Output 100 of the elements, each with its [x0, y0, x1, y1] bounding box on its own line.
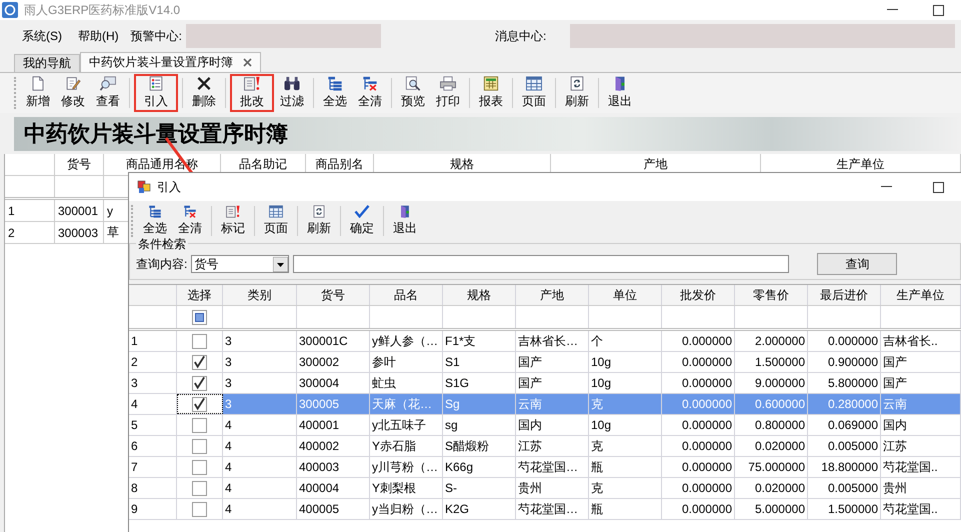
column-header[interactable]: 货号	[297, 285, 370, 305]
table-cell: 0.069000	[808, 415, 881, 435]
table-cell: 4	[223, 478, 297, 498]
table-cell: S1	[443, 352, 516, 372]
toolbar-button[interactable]: 刷新	[302, 203, 336, 239]
toolbar-button[interactable]: 页面	[259, 203, 293, 239]
table-cell: 5.800000	[808, 373, 881, 393]
table-cell: y川芎粉（…	[370, 457, 443, 477]
table-cell: 3	[223, 331, 297, 351]
toolbar-button[interactable]: 打印	[431, 74, 465, 112]
column-header[interactable]: 货号	[55, 154, 104, 175]
column-header[interactable]: 品名	[370, 285, 443, 305]
toolbar-button[interactable]: 报表	[474, 74, 508, 112]
column-header[interactable]: 批发价	[662, 285, 735, 305]
row-checkbox[interactable]	[192, 438, 207, 454]
table-cell: 4	[223, 499, 297, 519]
row-checkbox[interactable]	[192, 354, 207, 370]
table-cell: 贵州	[516, 478, 589, 498]
row-checkbox[interactable]	[192, 376, 207, 390]
column-header[interactable]: 选择	[177, 285, 223, 305]
toolbar-button[interactable]: 新增	[21, 74, 55, 112]
table-cell: 0.000000	[662, 331, 735, 351]
table-cell: 75.000000	[735, 457, 808, 477]
table-cell: 个	[589, 331, 662, 351]
table-cell: 参叶	[370, 352, 443, 372]
table-cell: 芍花堂国..	[881, 499, 961, 519]
table-cell: 瓶	[589, 499, 662, 519]
table-cell: 300004	[297, 373, 370, 393]
table-cell: 10g	[589, 352, 662, 372]
table-cell: 0.020000	[735, 478, 808, 498]
tab[interactable]: 中药饮片装斗量设置序时簿	[80, 52, 261, 72]
table-cell: 3	[223, 373, 297, 393]
group-title: 条件检索	[136, 236, 188, 253]
row-checkbox[interactable]	[192, 396, 207, 412]
table-cell: 0.000000	[662, 457, 735, 477]
toolbar-button[interactable]: 查看	[91, 74, 125, 112]
column-header[interactable]: 产地	[516, 285, 589, 305]
close-icon[interactable]	[243, 58, 252, 67]
table-cell: y北五味子	[370, 415, 443, 435]
search-field[interactable]	[293, 255, 790, 273]
row-checkbox[interactable]	[192, 502, 207, 516]
table-cell: 5.000000	[735, 499, 808, 519]
toolbar-button[interactable]: 批改	[230, 74, 274, 112]
table-cell: 0.005000	[808, 478, 881, 498]
row-checkbox[interactable]	[192, 418, 207, 432]
toolbar-button[interactable]: 刷新	[560, 74, 594, 112]
toolbar-button[interactable]: 过滤	[275, 74, 309, 112]
table-cell: y鲜人参（…	[370, 331, 443, 351]
toolbar-button[interactable]: 确定	[345, 203, 379, 239]
spreadsheet-icon	[482, 76, 500, 91]
table-cell: 2.000000	[735, 331, 808, 351]
toolbar-button[interactable]: 预览	[396, 74, 430, 112]
column-header[interactable]: 最后进价	[808, 285, 881, 305]
menu-item[interactable]: 系统(S)	[14, 24, 70, 48]
document-alert-icon	[242, 76, 262, 91]
table-cell: Sg	[443, 394, 516, 414]
column-header[interactable]: 生产单位	[881, 285, 961, 305]
select-all-checkbox[interactable]	[192, 310, 207, 324]
tab[interactable]: 我的导航	[14, 54, 80, 72]
refresh-icon	[569, 76, 585, 91]
table-cell: 虻虫	[370, 373, 443, 393]
toolbar-button[interactable]: 页面	[517, 74, 551, 112]
toolbar-button[interactable]: 退出	[388, 203, 422, 239]
table-cell: 克	[589, 436, 662, 456]
warning-center-label: 预警中心:	[130, 28, 184, 44]
table-cell: 300002	[297, 352, 370, 372]
row-checkbox[interactable]	[192, 460, 207, 474]
row-checkbox[interactable]	[192, 334, 207, 348]
toolbar-button[interactable]: 退出	[603, 74, 637, 112]
table-cell: 4	[223, 436, 297, 456]
table-cell: S醋煅粉	[443, 436, 516, 456]
table-cell: 10g	[589, 373, 662, 393]
table-cell: 0.600000	[735, 394, 808, 414]
row-number: 7	[129, 457, 177, 477]
toolbar-button[interactable]: 修改	[56, 74, 90, 112]
tree-list-icon	[326, 76, 344, 91]
query-button[interactable]: 查询	[817, 253, 898, 275]
toolbar-button[interactable]: 全选	[318, 74, 352, 112]
window-icon	[137, 180, 151, 194]
column-header[interactable]: 类别	[223, 285, 297, 305]
table-cell: 天麻（花…	[370, 394, 443, 414]
table-cell: 国产	[516, 373, 589, 393]
maximize-icon	[932, 182, 944, 192]
table-cell: 400001	[297, 415, 370, 435]
toolbar-button[interactable]: 全清	[353, 74, 387, 112]
menu-item[interactable]: 帮助(H)	[70, 24, 127, 48]
table-cell: 江苏	[516, 436, 589, 456]
column-header[interactable]: 零售价	[735, 285, 808, 305]
table-cell: 0.000000	[662, 352, 735, 372]
toolbar-button[interactable]: 删除	[187, 74, 221, 112]
table-cell: 瓶	[589, 457, 662, 477]
field-dropdown[interactable]: 货号	[191, 255, 290, 273]
row-checkbox[interactable]	[192, 480, 207, 496]
row-number: 4	[129, 394, 177, 414]
column-header[interactable]: 规格	[443, 285, 516, 305]
minimize-icon	[880, 186, 892, 188]
toolbar-button[interactable]: 引入	[134, 74, 178, 112]
column-header[interactable]: 单位	[589, 285, 662, 305]
table-cell: 400005	[297, 499, 370, 519]
table-cell: 0.000000	[662, 499, 735, 519]
